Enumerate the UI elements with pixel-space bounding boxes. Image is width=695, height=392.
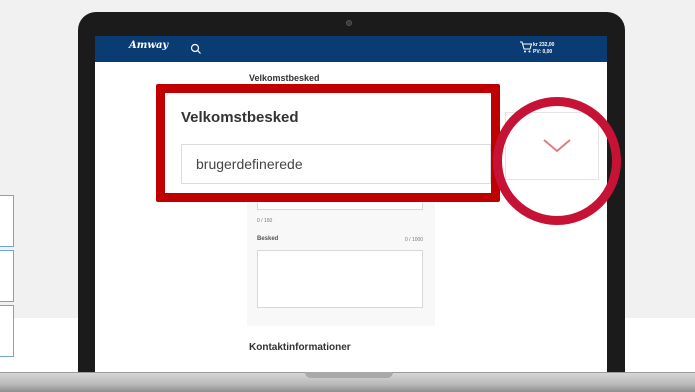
camera-icon	[346, 20, 352, 26]
select-value: brugerdefinerede	[196, 156, 303, 172]
cart-amount: kr 232,00	[533, 42, 555, 48]
app-header: Amway kr 232,00 PV: 0,00	[95, 36, 607, 62]
welcome-message-select[interactable]: brugerdefinerede	[181, 144, 491, 184]
contact-section-title: Kontaktinformationer	[249, 342, 351, 353]
message-textarea[interactable]	[257, 250, 423, 308]
welcome-counter: 0 / 150	[257, 218, 273, 224]
side-panel-box	[0, 195, 14, 247]
side-panel-box	[0, 305, 14, 357]
zoom-callout: Velkomstbesked brugerdefinerede	[156, 84, 500, 202]
amway-logo[interactable]: Amway	[129, 40, 168, 51]
cart-pv: PV: 0,00	[533, 49, 553, 55]
welcome-section-title: Velkomstbesked	[249, 73, 320, 83]
cart-icon[interactable]	[519, 40, 533, 54]
side-panel-box	[0, 250, 14, 302]
search-icon[interactable]	[190, 43, 202, 55]
callout-title: Velkomstbesked	[181, 109, 299, 126]
message-counter: 0 / 1000	[405, 237, 424, 243]
laptop-notch	[305, 372, 393, 378]
highlight-ring	[493, 97, 621, 225]
message-label: Besked	[257, 236, 279, 242]
